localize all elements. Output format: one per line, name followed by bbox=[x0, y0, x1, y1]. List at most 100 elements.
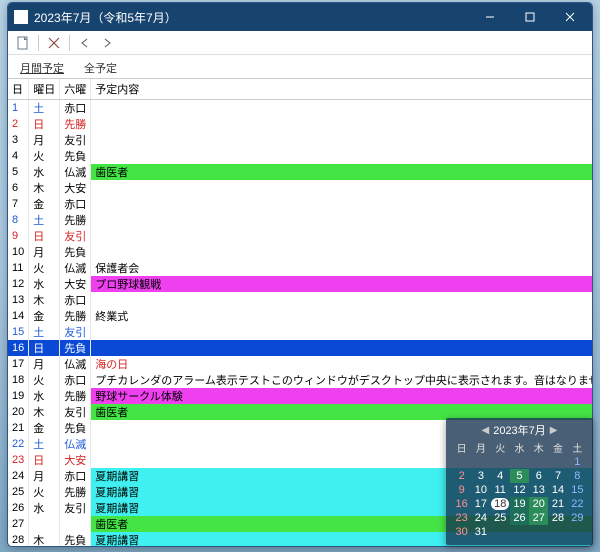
toolbar bbox=[8, 31, 592, 55]
minical-day[interactable]: 18 bbox=[491, 497, 510, 511]
minical-day[interactable]: 6 bbox=[529, 469, 548, 483]
tab-all[interactable]: 全予定 bbox=[80, 58, 121, 78]
table-row[interactable]: 14金先勝終業式 bbox=[8, 308, 592, 324]
cell-content[interactable]: 海の日 bbox=[91, 356, 592, 372]
col-header-content[interactable]: 予定内容 bbox=[91, 79, 592, 100]
table-row[interactable]: 19水先勝野球サークル体験 bbox=[8, 388, 592, 404]
minical-day[interactable]: 1 bbox=[568, 455, 587, 469]
minical-next-button[interactable]: ▶ bbox=[550, 425, 558, 436]
minical-day[interactable]: 22 bbox=[568, 497, 587, 511]
minical-day[interactable]: 3 bbox=[471, 469, 490, 483]
table-row[interactable]: 15土友引 bbox=[8, 324, 592, 340]
cell-content[interactable]: 歯医者 bbox=[91, 164, 592, 180]
cell-content[interactable] bbox=[91, 212, 592, 228]
minical-day[interactable]: 14 bbox=[548, 483, 567, 497]
cell-content[interactable]: 野球サークル体験 bbox=[91, 388, 592, 404]
table-row[interactable]: 11火仏滅保護者会 bbox=[8, 260, 592, 276]
table-row[interactable]: 12水大安プロ野球観戦 bbox=[8, 276, 592, 292]
minical-day[interactable]: 2 bbox=[452, 469, 471, 483]
table-row[interactable]: 18火赤口プチカレンダのアラーム表示テストこのウィンドウがデスクトップ中央に表示… bbox=[8, 372, 592, 388]
table-row[interactable]: 7金赤口 bbox=[8, 196, 592, 212]
minical-day[interactable]: 31 bbox=[471, 525, 490, 539]
cell-content[interactable] bbox=[91, 132, 592, 148]
cell-content[interactable] bbox=[91, 244, 592, 260]
cell-day: 25 bbox=[8, 484, 29, 500]
cell-rokuyo: 大安 bbox=[60, 276, 91, 292]
table-row[interactable]: 13木赤口 bbox=[8, 292, 592, 308]
minical-day[interactable]: 7 bbox=[548, 469, 567, 483]
minical-day[interactable]: 21 bbox=[548, 497, 567, 511]
table-row[interactable]: 17月仏滅海の日 bbox=[8, 356, 592, 372]
minical-day[interactable]: 28 bbox=[548, 511, 567, 525]
cell-content[interactable] bbox=[91, 324, 592, 340]
cell-content[interactable] bbox=[91, 292, 592, 308]
minical-day[interactable]: 20 bbox=[529, 497, 548, 511]
cell-content[interactable] bbox=[91, 180, 592, 196]
minical-day[interactable]: 8 bbox=[568, 469, 587, 483]
minical-day[interactable]: 4 bbox=[491, 469, 510, 483]
minical-day[interactable]: 15 bbox=[568, 483, 587, 497]
table-row[interactable]: 16日先負 bbox=[8, 340, 592, 356]
col-header-dow[interactable]: 曜日 bbox=[29, 79, 60, 100]
cell-rokuyo: 大安 bbox=[60, 452, 91, 468]
minical-day[interactable]: 30 bbox=[452, 525, 471, 539]
cell-content[interactable]: プロ野球観戦 bbox=[91, 276, 592, 292]
cell-content[interactable] bbox=[91, 148, 592, 164]
next-button[interactable] bbox=[98, 34, 116, 52]
cell-rokuyo: 仏滅 bbox=[60, 436, 91, 452]
minical-day bbox=[510, 455, 529, 469]
minical-day[interactable]: 26 bbox=[510, 511, 529, 525]
minical-day[interactable]: 23 bbox=[452, 511, 471, 525]
minical-day[interactable]: 27 bbox=[529, 511, 548, 525]
minical-day[interactable]: 25 bbox=[491, 511, 510, 525]
table-row[interactable]: 9日友引 bbox=[8, 228, 592, 244]
view-tabs: 月間予定 全予定 bbox=[8, 55, 592, 78]
table-row[interactable]: 8土先勝 bbox=[8, 212, 592, 228]
col-header-day[interactable]: 日 bbox=[8, 79, 29, 100]
close-button[interactable] bbox=[550, 4, 590, 30]
table-row[interactable]: 6木大安 bbox=[8, 180, 592, 196]
table-row[interactable]: 2日先勝 bbox=[8, 116, 592, 132]
minical-day[interactable]: 10 bbox=[471, 483, 490, 497]
cell-content[interactable] bbox=[91, 340, 592, 356]
cell-content[interactable] bbox=[91, 100, 592, 117]
minical-day bbox=[510, 525, 529, 539]
minical-day[interactable]: 13 bbox=[529, 483, 548, 497]
table-row[interactable]: 1土赤口 bbox=[8, 100, 592, 117]
minical-prev-button[interactable]: ◀ bbox=[482, 425, 490, 436]
cell-content[interactable] bbox=[91, 228, 592, 244]
cell-content[interactable]: 終業式 bbox=[91, 308, 592, 324]
maximize-button[interactable] bbox=[510, 4, 550, 30]
cell-rokuyo: 先勝 bbox=[60, 212, 91, 228]
minical-day[interactable]: 5 bbox=[510, 469, 529, 483]
col-header-rokuyo[interactable]: 六曜 bbox=[60, 79, 91, 100]
cell-content[interactable] bbox=[91, 116, 592, 132]
tab-monthly[interactable]: 月間予定 bbox=[16, 58, 68, 78]
cell-rokuyo: 友引 bbox=[60, 132, 91, 148]
cell-content[interactable]: 保護者会 bbox=[91, 260, 592, 276]
minimize-button[interactable] bbox=[470, 4, 510, 30]
table-row[interactable]: 10月先負 bbox=[8, 244, 592, 260]
new-button[interactable] bbox=[14, 34, 32, 52]
minical-day[interactable]: 29 bbox=[568, 511, 587, 525]
mini-calendar[interactable]: ◀ 2023年7月 ▶ 日月火水木金土 12345678910111213141… bbox=[446, 418, 593, 545]
delete-button[interactable] bbox=[45, 34, 63, 52]
minical-day[interactable]: 16 bbox=[452, 497, 471, 511]
cell-rokuyo: 先負 bbox=[60, 532, 91, 546]
prev-button[interactable] bbox=[76, 34, 94, 52]
minical-day[interactable]: 11 bbox=[491, 483, 510, 497]
table-row[interactable]: 4火先負 bbox=[8, 148, 592, 164]
minical-day[interactable]: 12 bbox=[510, 483, 529, 497]
cell-dow bbox=[29, 516, 60, 532]
table-row[interactable]: 5水仏滅歯医者 bbox=[8, 164, 592, 180]
minical-day[interactable]: 17 bbox=[471, 497, 490, 511]
table-row[interactable]: 3月友引 bbox=[8, 132, 592, 148]
minical-day[interactable]: 19 bbox=[510, 497, 529, 511]
cell-content[interactable] bbox=[91, 196, 592, 212]
cell-day: 1 bbox=[8, 100, 29, 117]
cell-rokuyo: 赤口 bbox=[60, 372, 91, 388]
minical-day[interactable]: 9 bbox=[452, 483, 471, 497]
minical-day[interactable]: 24 bbox=[471, 511, 490, 525]
titlebar[interactable]: 2023年7月（令和5年7月） bbox=[8, 3, 592, 31]
cell-content[interactable]: プチカレンダのアラーム表示テストこのウィンドウがデスクトップ中央に表示されます。… bbox=[91, 372, 592, 388]
